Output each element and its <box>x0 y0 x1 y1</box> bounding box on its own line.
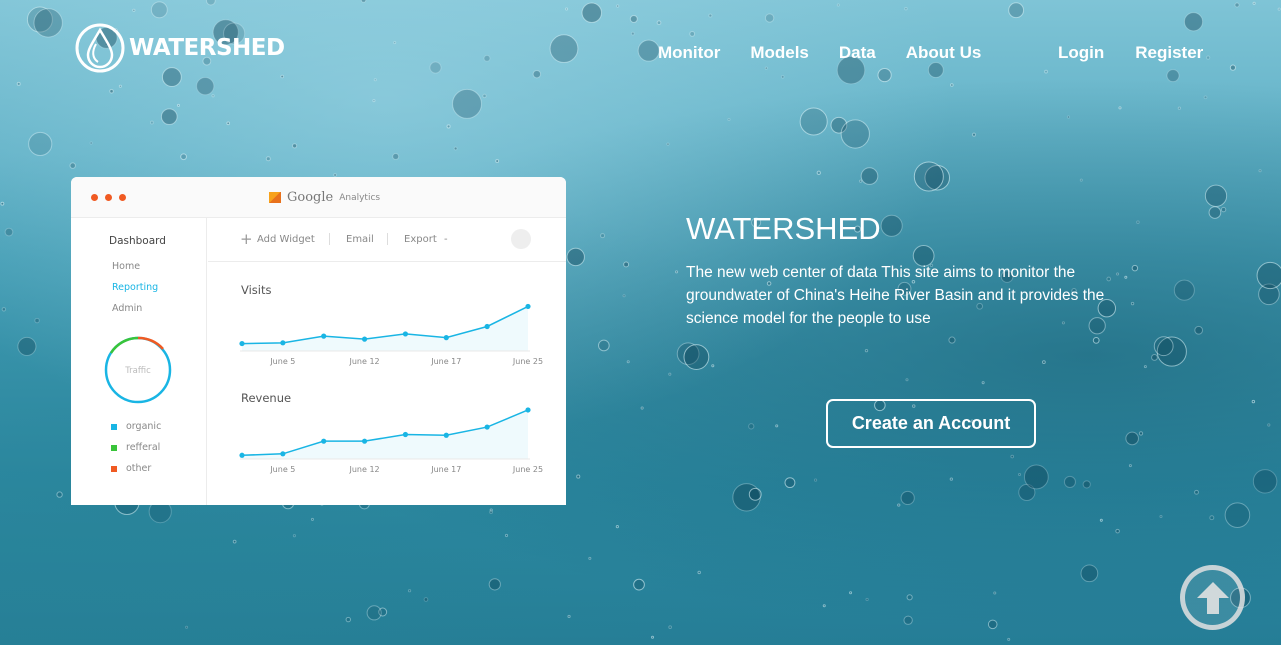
data-point <box>402 431 409 438</box>
x-tick-label: June 5 <box>269 465 295 474</box>
data-point <box>239 340 245 347</box>
main-nav: Monitor Models Data About Us <box>658 43 1011 63</box>
x-tick-label: June 12 <box>348 465 379 474</box>
nav-monitor[interactable]: Monitor <box>658 43 720 63</box>
data-point <box>280 451 286 457</box>
login-link[interactable]: Login <box>1058 43 1104 63</box>
data-point <box>484 424 490 430</box>
dashboard-preview: Google Analytics Dashboard Home Reportin… <box>71 177 566 505</box>
data-point <box>280 340 286 346</box>
register-link[interactable]: Register <box>1135 43 1203 63</box>
nav-about-us[interactable]: About Us <box>906 43 982 63</box>
data-point <box>321 438 327 444</box>
data-point <box>525 407 531 413</box>
logo[interactable]: WATERSHED <box>74 22 285 74</box>
data-point <box>402 331 409 337</box>
x-tick-label: June 12 <box>348 357 379 366</box>
arrow-up-icon <box>1196 581 1229 614</box>
logo-text: WATERSHED <box>129 35 285 61</box>
nav-models[interactable]: Models <box>750 43 809 63</box>
x-tick-label: June 25 <box>512 357 543 366</box>
hero-description: The new web center of data This site aim… <box>686 264 1105 327</box>
x-tick-label: June 5 <box>269 357 295 366</box>
data-point <box>443 432 449 438</box>
hero-title: WATERSHED <box>686 211 881 246</box>
create-account-button[interactable]: Create an Account <box>826 399 1036 448</box>
data-point <box>321 333 327 339</box>
scroll-to-top-button[interactable] <box>1180 565 1245 630</box>
x-tick-label: June 17 <box>430 465 461 474</box>
data-point <box>361 438 368 444</box>
auth-links: Login Register <box>1058 43 1203 63</box>
line-charts: June 5 June 12 June 17 June 25 June 5 June 12… <box>239 303 543 474</box>
data-point <box>484 323 490 330</box>
data-point <box>525 303 531 310</box>
x-tick-label: June 25 <box>512 465 543 474</box>
data-point <box>361 336 368 342</box>
chart-area-fill <box>242 409 528 459</box>
water-drop-logo-icon <box>75 23 125 73</box>
x-tick-label: June 17 <box>430 357 461 366</box>
nav-data[interactable]: Data <box>839 43 876 63</box>
data-point <box>443 335 449 341</box>
data-point <box>239 452 245 458</box>
